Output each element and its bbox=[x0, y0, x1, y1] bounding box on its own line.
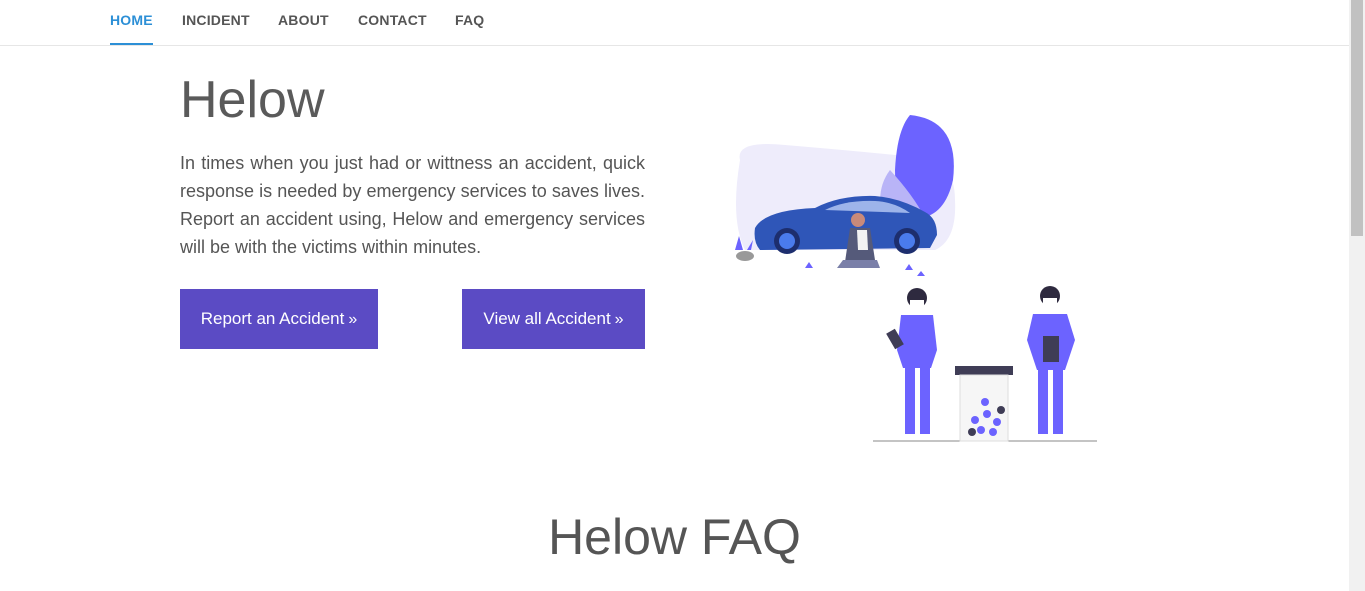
nav-contact[interactable]: CONTACT bbox=[358, 0, 427, 45]
hero-title: Helow bbox=[180, 71, 325, 129]
top-navbar: HOME INCIDENT ABOUT CONTACT FAQ bbox=[0, 0, 1349, 46]
pill-jar-lid bbox=[955, 366, 1013, 375]
chevron-right-icon: » bbox=[614, 311, 624, 328]
rock bbox=[736, 251, 754, 261]
clipboard bbox=[1043, 336, 1059, 362]
nurse-body bbox=[897, 315, 937, 368]
view-accidents-button[interactable]: View all Accident» bbox=[462, 289, 645, 349]
scrollbar-thumb[interactable] bbox=[1351, 0, 1363, 236]
view-accidents-label: View all Accident bbox=[483, 309, 611, 328]
report-accident-button[interactable]: Report an Accident» bbox=[180, 289, 378, 349]
victim-shirt bbox=[857, 230, 868, 250]
vertical-scrollbar[interactable] bbox=[1349, 0, 1365, 591]
victim-head bbox=[851, 213, 865, 227]
faq-section-title: Helow FAQ bbox=[548, 509, 801, 565]
nav-home[interactable]: HOME bbox=[110, 0, 153, 45]
nav-incident[interactable]: INCIDENT bbox=[182, 0, 250, 45]
nav-about[interactable]: ABOUT bbox=[278, 0, 329, 45]
hero-description: In times when you just had or wittness a… bbox=[180, 153, 645, 257]
chevron-right-icon: » bbox=[348, 311, 358, 328]
accident-medical-illustration bbox=[735, 115, 1097, 442]
report-accident-label: Report an Accident bbox=[200, 309, 345, 328]
nav-faq[interactable]: FAQ bbox=[455, 0, 484, 45]
